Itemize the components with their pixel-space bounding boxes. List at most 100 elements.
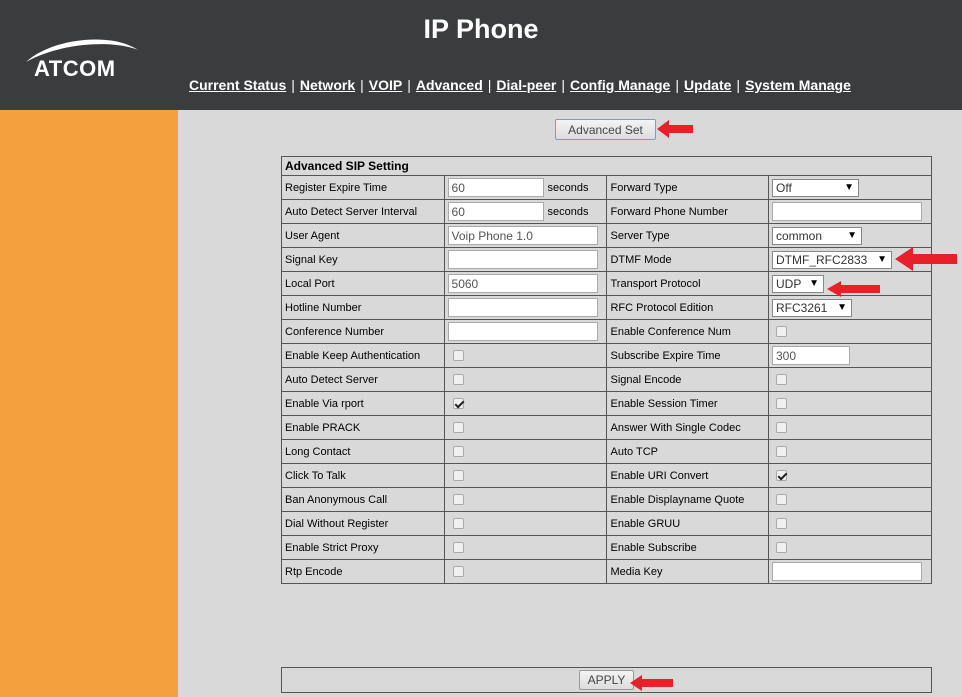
label-enable-prack: Enable PRACK (281, 415, 445, 440)
dropdown-caret-icon: ▼ (877, 253, 887, 265)
top-navigation: Current Status | Network | VOIP | Advanced | Dia… (189, 77, 851, 93)
nav-config-manage[interactable]: Config Manage (570, 77, 670, 93)
label-forward-phone-number: Forward Phone Number (606, 199, 769, 224)
transport-protocol-select[interactable]: UDP ▼ (772, 274, 824, 293)
label-rtp-encode: Rtp Encode (281, 559, 445, 584)
red-arrow-icon (827, 281, 880, 297)
forward-type-select[interactable]: Off ▼ (772, 178, 859, 197)
nav-separator: | (407, 77, 411, 93)
media-key-input[interactable] (772, 562, 922, 581)
nav-separator: | (360, 77, 364, 93)
header-bar: ATCOM IP Phone Current Status | Network | VO… (0, 0, 962, 110)
server-type-select[interactable]: common ▼ (772, 226, 862, 245)
dropdown-caret-icon: ▼ (809, 277, 819, 289)
enable-session-timer-checkbox[interactable] (776, 398, 787, 410)
nav-separator: | (561, 77, 565, 93)
label-signal-encode: Signal Encode (606, 367, 769, 392)
signal-key-input[interactable] (447, 250, 598, 269)
dropdown-caret-icon: ▼ (847, 229, 857, 241)
auto-tcp-checkbox[interactable] (776, 446, 787, 458)
label-server-type: Server Type (606, 223, 769, 248)
enable-keep-authentication-checkbox[interactable] (452, 350, 464, 362)
label-auto-tcp: Auto TCP (606, 439, 769, 464)
label-enable-keep-authentication: Enable Keep Authentication (281, 343, 445, 368)
auto-detect-interval-input[interactable]: 60 (447, 202, 544, 221)
label-register-expire: Register Expire Time (281, 175, 445, 200)
label-enable-conference-num: Enable Conference Num (606, 319, 769, 344)
label-auto-detect-server: Auto Detect Server (281, 367, 445, 392)
click-to-talk-checkbox[interactable] (452, 470, 464, 482)
left-sidebar (0, 110, 178, 697)
red-arrow-icon (657, 120, 693, 138)
enable-strict-proxy-checkbox[interactable] (452, 542, 464, 554)
auto-detect-server-checkbox[interactable] (452, 374, 464, 386)
label-click-to-talk: Click To Talk (281, 463, 445, 488)
dial-without-register-checkbox[interactable] (452, 518, 464, 530)
label-dtmf-mode: DTMF Mode (606, 247, 769, 272)
apply-button[interactable]: APPLY (579, 670, 634, 690)
signal-encode-checkbox[interactable] (776, 374, 787, 386)
label-transport-protocol: Transport Protocol (606, 271, 769, 296)
answer-with-single-codec-checkbox[interactable] (776, 422, 787, 434)
transport-protocol-value: UDP (776, 276, 802, 291)
nav-network[interactable]: Network (300, 77, 355, 93)
ban-anonymous-call-checkbox[interactable] (452, 494, 464, 506)
unit-seconds: seconds (547, 181, 589, 194)
label-forward-type: Forward Type (606, 175, 769, 200)
nav-system-manage[interactable]: System Manage (745, 77, 851, 93)
nav-separator: | (487, 77, 492, 93)
dropdown-caret-icon: ▼ (837, 301, 847, 313)
red-arrow-icon (630, 675, 673, 691)
rtp-encode-checkbox[interactable] (452, 566, 464, 578)
hotline-number-input[interactable] (447, 298, 598, 317)
nav-update[interactable]: Update (684, 77, 731, 93)
label-enable-session-timer: Enable Session Timer (606, 391, 769, 416)
label-rfc-protocol-edition: RFC Protocol Edition (606, 295, 769, 320)
label-conference-number: Conference Number (281, 319, 445, 344)
label-enable-uri-convert: Enable URI Convert (606, 463, 769, 488)
enable-gruu-checkbox[interactable] (776, 518, 787, 530)
red-arrow-icon (895, 247, 957, 271)
label-subscribe-expire-time: Subscribe Expire Time (606, 343, 769, 368)
conference-number-input[interactable] (447, 322, 598, 341)
unit-seconds: seconds (547, 205, 589, 218)
dtmf-mode-select[interactable]: DTMF_RFC2833 ▼ (772, 250, 892, 269)
rfc-protocol-edition-select[interactable]: RFC3261 ▼ (772, 298, 852, 317)
label-ban-anonymous-call: Ban Anonymous Call (281, 487, 445, 512)
nav-separator: | (675, 77, 679, 93)
register-expire-input[interactable]: 60 (447, 178, 544, 197)
label-signal-key: Signal Key (281, 247, 445, 272)
enable-displayname-quote-checkbox[interactable] (776, 494, 787, 506)
label-user-agent: User Agent (281, 223, 445, 248)
nav-voip[interactable]: VOIP (369, 77, 402, 93)
table-title: Advanced SIP Setting (281, 156, 932, 176)
enable-uri-convert-checkbox[interactable] (776, 470, 787, 482)
label-enable-via-rport: Enable Via rport (281, 391, 445, 416)
server-type-value: common (776, 228, 823, 243)
rfc-protocol-edition-value: RFC3261 (776, 300, 828, 315)
label-enable-subscribe: Enable Subscribe (606, 535, 769, 560)
nav-current-status[interactable]: Current Status (189, 77, 286, 93)
enable-prack-checkbox[interactable] (452, 422, 464, 434)
advanced-sip-setting-table: Advanced SIP Setting Register Expire Tim… (281, 156, 932, 584)
dropdown-caret-icon: ▼ (844, 181, 854, 193)
label-answer-with-single-codec: Answer With Single Codec (606, 415, 769, 440)
subscribe-expire-time-input[interactable]: 300 (772, 346, 850, 365)
forward-phone-number-input[interactable] (772, 202, 922, 221)
nav-dial-peer[interactable]: Dial-peer (496, 77, 556, 93)
enable-via-rport-checkbox[interactable] (452, 398, 464, 410)
dtmf-mode-value: DTMF_RFC2833 (776, 252, 868, 267)
enable-subscribe-checkbox[interactable] (776, 542, 787, 554)
label-enable-gruu: Enable GRUU (606, 511, 769, 536)
label-long-contact: Long Contact (281, 439, 445, 464)
page-title: IP Phone (423, 14, 539, 44)
long-contact-checkbox[interactable] (452, 446, 464, 458)
nav-separator: | (291, 77, 295, 93)
nav-advanced[interactable]: Advanced (416, 77, 483, 93)
local-port-input[interactable]: 5060 (447, 274, 598, 293)
enable-conference-num-checkbox[interactable] (776, 326, 787, 338)
label-hotline-number: Hotline Number (281, 295, 445, 320)
label-media-key: Media Key (606, 559, 769, 584)
advanced-set-button[interactable]: Advanced Set (555, 119, 656, 140)
user-agent-input[interactable]: Voip Phone 1.0 (447, 226, 598, 245)
